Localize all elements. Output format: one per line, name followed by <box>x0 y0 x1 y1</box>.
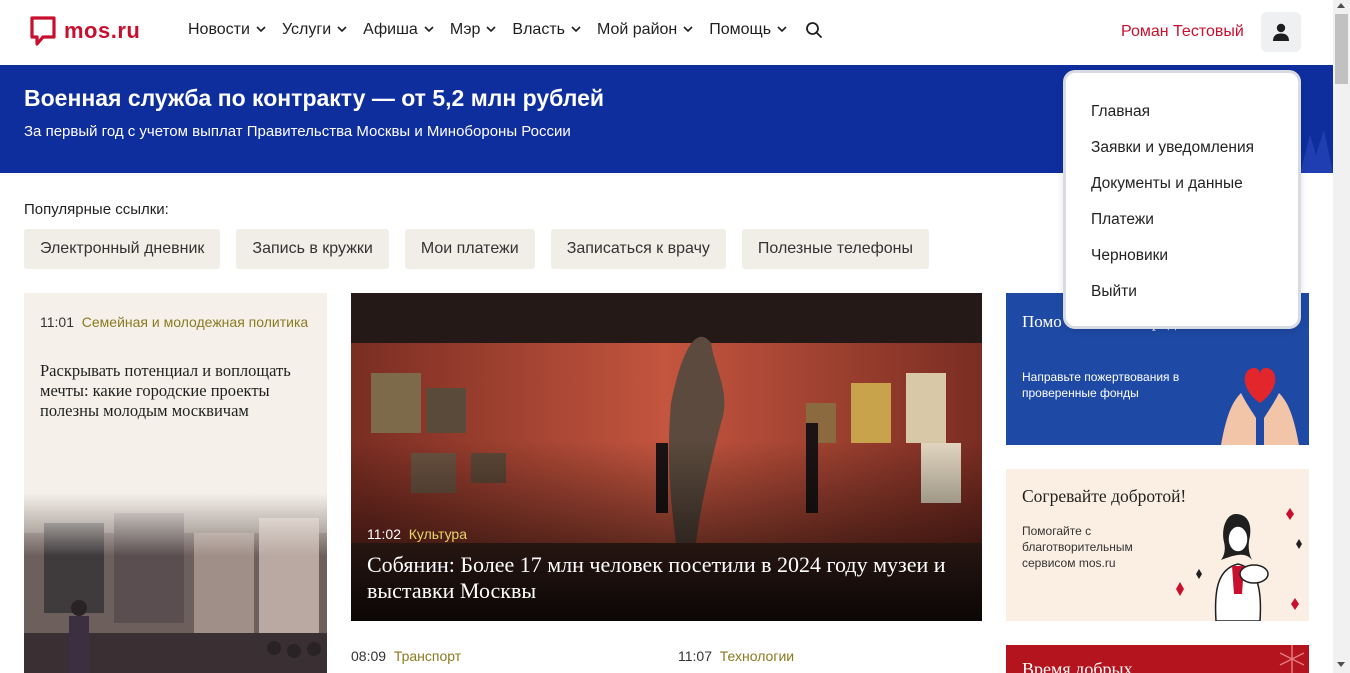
nav-item-label: Помощь <box>709 21 772 38</box>
popular-link-doctor[interactable]: Записаться к врачу <box>550 229 726 269</box>
news-category[interactable]: Транспорт <box>394 648 461 664</box>
news-title: Собянин: Более 17 млн человек посетили в… <box>367 552 946 603</box>
news-time: 11:07 <box>678 648 712 664</box>
news-time: 11:01 <box>40 314 74 330</box>
user-menu-item-logout[interactable]: Выйти <box>1091 283 1137 301</box>
nav-item-help[interactable]: Помощь <box>709 21 787 39</box>
chevron-down-icon <box>424 26 434 33</box>
banner-subtitle: За первый год с учетом выплат Правительс… <box>24 123 571 140</box>
news-card-main[interactable]: 11:02 Культура Собянин: Более 17 млн чел… <box>351 293 982 621</box>
chevron-down-icon <box>683 26 693 33</box>
user-icon <box>1273 23 1289 41</box>
nav-item-my-district[interactable]: Мой район <box>597 21 693 39</box>
scrollbar-thumb[interactable] <box>1335 14 1348 84</box>
popular-links-title: Популярные ссылки: <box>24 201 169 218</box>
logo-text: mos.ru <box>64 18 141 43</box>
news-meta: 11:07 Технологии <box>678 648 794 664</box>
scroll-up-arrow-icon[interactable] <box>1337 3 1345 8</box>
chevron-down-icon <box>571 26 581 33</box>
nav-item-label: Власть <box>512 21 565 38</box>
promo-title: Время добрых <box>1022 659 1133 673</box>
user-menu-item-drafts[interactable]: Черновики <box>1091 247 1168 265</box>
nav-item-afisha[interactable]: Афиша <box>363 21 434 39</box>
nav-item-label: Услуги <box>281 21 332 38</box>
promo-card-kind-time[interactable]: Время добрых <box>1006 645 1309 673</box>
user-name-link[interactable]: Роман Тестовый <box>1121 23 1244 41</box>
news-card-left[interactable]: 11:01 Семейная и молодежная политика Рас… <box>24 293 327 673</box>
user-menu-item-home[interactable]: Главная <box>1091 103 1150 121</box>
news-time: 11:02 <box>367 526 401 542</box>
user-menu-dropdown: Главная Заявки и уведомления Документы и… <box>1063 70 1301 329</box>
user-menu-item-requests[interactable]: Заявки и уведомления <box>1091 139 1254 157</box>
news-meta: 11:02 Культура <box>367 526 467 542</box>
site-logo[interactable]: mos.ru <box>30 16 140 46</box>
news-category[interactable]: Технологии <box>720 648 794 664</box>
chevron-down-icon <box>256 26 266 33</box>
user-avatar-button[interactable] <box>1261 12 1301 52</box>
nav-item-services[interactable]: Услуги <box>282 21 347 39</box>
news-time: 08:09 <box>351 648 387 664</box>
chevron-down-icon <box>777 26 787 33</box>
popular-link-clubs[interactable]: Запись в кружки <box>236 229 389 269</box>
news-category[interactable]: Культура <box>409 526 467 542</box>
woman-with-cat-illustration <box>1176 508 1302 621</box>
news-category[interactable]: Семейная и молодежная политика <box>82 314 308 330</box>
nav-item-label: Мэр <box>449 21 481 38</box>
scroll-down-arrow-icon[interactable] <box>1337 662 1345 667</box>
chevron-down-icon <box>337 26 347 33</box>
user-menu-item-documents[interactable]: Документы и данные <box>1091 175 1243 193</box>
user-menu-item-payments[interactable]: Платежи <box>1091 211 1154 229</box>
promo-subtitle: Помогайте с благотворительным сервисом m… <box>1022 524 1133 570</box>
search-icon[interactable] <box>805 21 823 39</box>
news-photo <box>24 493 327 673</box>
popular-links: Электронный дневник Запись в кружки Мои … <box>24 229 945 269</box>
popular-link-diary[interactable]: Электронный дневник <box>24 229 221 269</box>
nav-item-label: Мой район <box>596 21 678 38</box>
main-nav: Новости Услуги Афиша Мэр Власть Мой райо… <box>188 21 823 39</box>
nav-item-news[interactable]: Новости <box>188 21 266 39</box>
news-title: Раскрывать потенциал и воплощать мечты: … <box>40 361 291 420</box>
promo-subtitle: Направьте пожертвования в проверенные фо… <box>1022 370 1180 400</box>
snowflake-icon <box>1279 645 1305 673</box>
popular-link-phones[interactable]: Полезные телефоны <box>741 229 929 269</box>
banner-title: Военная служба по контракту — от 5,2 млн… <box>24 85 605 111</box>
page-scrollbar[interactable] <box>1333 0 1350 673</box>
promo-card-kindness[interactable]: Согревайте добротой! Помогайте с благотв… <box>1006 469 1309 621</box>
heart-hands-icon <box>1221 367 1299 445</box>
nav-item-label: Новости <box>188 21 250 38</box>
nav-item-government[interactable]: Власть <box>512 21 581 39</box>
logo-mark-icon <box>30 16 56 46</box>
news-meta: 11:01 Семейная и молодежная политика <box>40 312 310 333</box>
chevron-down-icon <box>486 26 496 33</box>
site-header: mos.ru Новости Услуги Афиша Мэр Власть М… <box>0 0 1333 65</box>
nav-item-mayor[interactable]: Мэр <box>450 21 497 39</box>
news-meta: 08:09 Транспорт <box>351 648 461 664</box>
nav-item-label: Афиша <box>363 21 418 38</box>
promo-title: Согревайте добротой! <box>1022 486 1187 506</box>
popular-link-payments[interactable]: Мои платежи <box>404 229 535 269</box>
